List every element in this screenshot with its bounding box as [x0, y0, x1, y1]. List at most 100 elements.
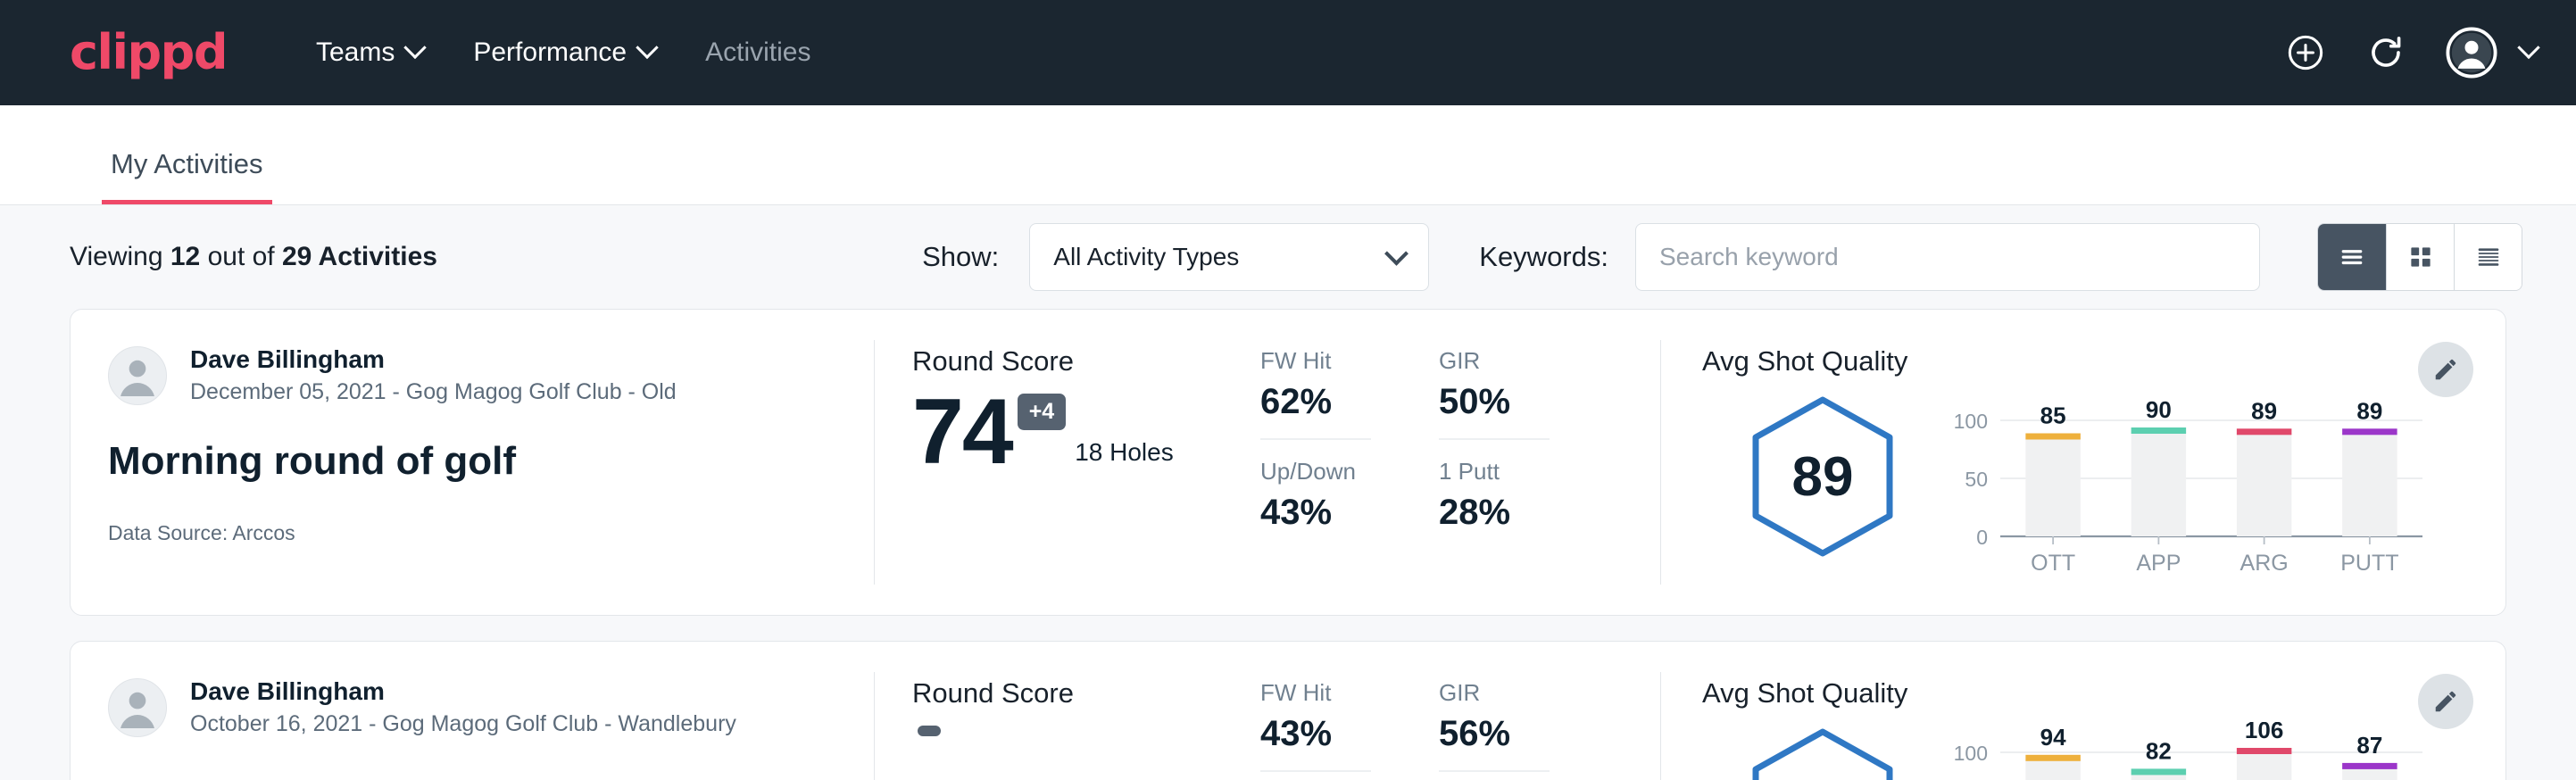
stat-gir: GIR 50% [1439, 347, 1550, 440]
pencil-icon [2432, 688, 2459, 715]
search-input[interactable] [1635, 223, 2260, 291]
svg-text:89: 89 [2251, 397, 2277, 424]
stat-gir-value: 50% [1439, 382, 1550, 422]
top-navigation-bar: clippd Teams Performance Activities [0, 0, 2576, 105]
shot-quality-bar-chart: 05010085OTT90APP89ARG89PUTT [1943, 383, 2443, 577]
activity-card-list: Dave Billingham December 05, 2021 - Gog … [0, 309, 2576, 780]
nav-item-teams[interactable]: Teams [316, 37, 423, 68]
view-mode-toggle [2317, 223, 2522, 291]
avg-shot-quality-label: Avg Shot Quality [1702, 677, 2505, 709]
stat-one-putt-label: 1 Putt [1439, 458, 1550, 485]
viewing-middle: out of [200, 242, 282, 271]
keywords-label: Keywords: [1479, 241, 1608, 273]
viewing-count-text: Viewing 12 out of 29 Activities [70, 242, 437, 272]
compact-view-button[interactable] [2454, 224, 2522, 290]
svg-text:100: 100 [1954, 742, 1988, 765]
nav-item-teams-label: Teams [316, 37, 395, 68]
pencil-icon [2432, 356, 2459, 383]
stat-gir-label: GIR [1439, 679, 1550, 707]
tab-my-activities[interactable]: My Activities [102, 148, 272, 204]
chevron-down-icon [636, 37, 658, 59]
avg-shot-quality-label: Avg Shot Quality [1702, 345, 2505, 378]
nav-item-activities[interactable]: Activities [705, 37, 810, 68]
round-score-row: 74 +4 18 Holes [912, 390, 1260, 476]
add-circle-icon[interactable] [2285, 32, 2326, 73]
viewing-count: 12 [170, 242, 200, 271]
activity-type-select-value: All Activity Types [1053, 243, 1239, 271]
quality-hexagon: 89 [1749, 395, 1896, 558]
chevron-down-icon [2517, 37, 2539, 59]
nav-item-performance[interactable]: Performance [473, 37, 655, 68]
clippd-logo[interactable]: clippd [70, 29, 227, 77]
stat-one-putt: 1 Putt 28% [1439, 458, 1550, 549]
svg-text:APP: APP [2136, 551, 2181, 576]
svg-text:50: 50 [1965, 468, 1988, 491]
stat-gir-value: 56% [1439, 714, 1550, 754]
activity-meta: December 05, 2021 - Gog Magog Golf Club … [190, 379, 677, 405]
round-stats-grid: FW Hit 62% GIR 50% Up/Down 43% 1 Putt 28… [1260, 345, 1550, 615]
activity-info: Dave Billingham October 16, 2021 - Gog M… [71, 642, 874, 780]
avg-shot-quality-section: Avg Shot Quality 05010094OTT82APP106ARG8… [1661, 642, 2505, 780]
svg-text:85: 85 [2040, 402, 2066, 429]
avg-shot-quality-body: 05010094OTT82APP106ARG87PUTT [1702, 715, 2505, 780]
svg-text:87: 87 [2356, 732, 2382, 759]
stat-fw-hit-value: 62% [1260, 382, 1371, 422]
svg-text:90: 90 [2146, 396, 2172, 423]
stat-up-down-label: Up/Down [1260, 458, 1371, 485]
nav-item-activities-label: Activities [705, 37, 810, 68]
avatar [108, 346, 167, 405]
grid-view-button[interactable] [2386, 224, 2454, 290]
round-stats-grid: FW Hit 43% GIR 56% [1260, 677, 1550, 780]
quality-hex-wrap: 89 [1702, 383, 1943, 558]
refresh-icon[interactable] [2365, 32, 2406, 73]
avatar [108, 678, 167, 737]
viewing-prefix: Viewing [70, 242, 170, 271]
activity-meta: October 16, 2021 - Gog Magog Golf Club -… [190, 711, 736, 737]
stat-fw-hit-label: FW Hit [1260, 679, 1371, 707]
filter-controls: Show: All Activity Types Keywords: [922, 223, 2522, 291]
round-score-row [912, 722, 1260, 736]
stat-fw-hit-value: 43% [1260, 714, 1371, 754]
stat-gir: GIR 56% [1439, 679, 1550, 772]
round-score-value: 74 [912, 390, 1012, 476]
stat-up-down: Up/Down 43% [1260, 458, 1371, 549]
edit-activity-button[interactable] [2418, 342, 2473, 397]
round-score-label: Round Score [912, 677, 1260, 709]
nav-actions [2285, 27, 2537, 79]
stat-fw-hit: FW Hit 43% [1260, 679, 1371, 772]
primary-nav: Teams Performance Activities [316, 37, 810, 68]
svg-text:94: 94 [2040, 724, 2066, 751]
edit-activity-button[interactable] [2418, 674, 2473, 729]
stat-one-putt-value: 28% [1439, 493, 1550, 533]
shot-quality-bar-chart: 05010094OTT82APP106ARG87PUTT [1943, 715, 2443, 780]
nav-item-performance-label: Performance [473, 37, 627, 68]
tab-bar: My Activities [0, 105, 2576, 205]
author-text: Dave Billingham October 16, 2021 - Gog M… [190, 677, 736, 737]
svg-text:0: 0 [1976, 526, 1988, 549]
viewing-total: 29 Activities [282, 242, 437, 271]
chevron-down-icon [1384, 241, 1408, 265]
avg-shot-quality-section: Avg Shot Quality 89 05010085OTT90APP89AR… [1661, 310, 2505, 615]
quality-hex-wrap [1702, 715, 1943, 780]
round-score-section: Round Score 74 +4 18 Holes FW Hit 62% GI… [875, 310, 1660, 615]
tab-my-activities-label: My Activities [111, 148, 263, 179]
activity-type-select[interactable]: All Activity Types [1029, 223, 1429, 291]
chevron-down-icon [404, 37, 427, 59]
score-differential-badge: +4 [1018, 394, 1067, 430]
activity-data-source: Data Source: Arccos [108, 521, 838, 545]
score-differential-badge [918, 726, 941, 736]
author-name: Dave Billingham [190, 345, 677, 374]
avatar [2446, 27, 2497, 79]
round-score-block: Round Score [912, 677, 1260, 780]
activity-card[interactable]: Dave Billingham December 05, 2021 - Gog … [70, 309, 2506, 616]
author-text: Dave Billingham December 05, 2021 - Gog … [190, 345, 677, 405]
avg-shot-quality-body: 89 05010085OTT90APP89ARG89PUTT [1702, 383, 2505, 577]
activity-card[interactable]: Dave Billingham October 16, 2021 - Gog M… [70, 641, 2506, 780]
activity-info: Dave Billingham December 05, 2021 - Gog … [71, 310, 874, 615]
activity-author: Dave Billingham December 05, 2021 - Gog … [108, 345, 838, 405]
stat-up-down-value: 43% [1260, 493, 1371, 533]
stat-fw-hit-label: FW Hit [1260, 347, 1371, 375]
svg-text:PUTT: PUTT [2340, 551, 2398, 576]
list-view-button[interactable] [2318, 224, 2386, 290]
account-menu[interactable] [2446, 27, 2537, 79]
